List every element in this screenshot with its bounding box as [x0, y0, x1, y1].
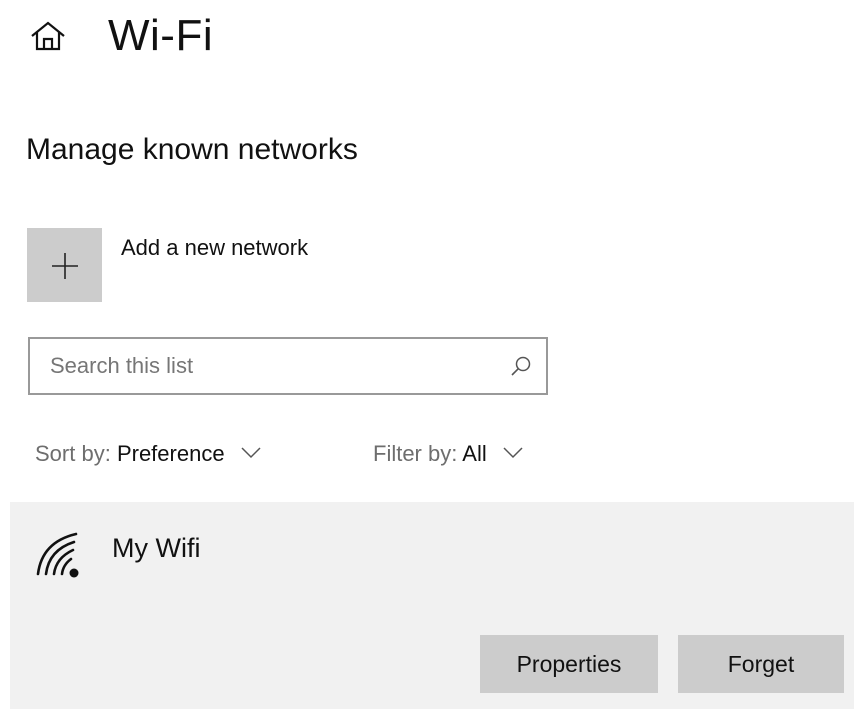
add-network-label[interactable]: Add a new network	[121, 232, 308, 264]
filter-value: All	[462, 441, 487, 466]
chevron-down-icon	[503, 447, 523, 459]
sort-dropdown[interactable]: Sort by: Preference	[35, 438, 261, 470]
home-icon[interactable]	[28, 20, 68, 52]
forget-button[interactable]: Forget	[678, 635, 844, 693]
add-network-button[interactable]	[27, 228, 102, 302]
sort-value: Preference	[116, 441, 225, 466]
wifi-settings-page: Wi-Fi Manage known networks Add a new ne…	[0, 0, 854, 709]
network-name: My Wifi	[112, 533, 201, 563]
search-icon[interactable]	[510, 355, 532, 377]
chevron-down-icon	[241, 447, 261, 459]
plus-icon	[52, 253, 78, 279]
filter-dropdown[interactable]: Filter by: All	[373, 438, 523, 470]
search-box	[28, 337, 548, 395]
properties-button[interactable]: Properties	[480, 635, 658, 693]
network-list-item[interactable]: My Wifi Properties Forget	[10, 502, 854, 709]
wifi-signal-icon	[36, 532, 79, 578]
section-title: Manage known networks	[26, 133, 358, 166]
filter-label: Filter by:	[373, 441, 458, 466]
page-title: Wi-Fi	[108, 11, 214, 60]
sort-label: Sort by:	[35, 441, 111, 466]
search-input[interactable]	[50, 339, 490, 393]
